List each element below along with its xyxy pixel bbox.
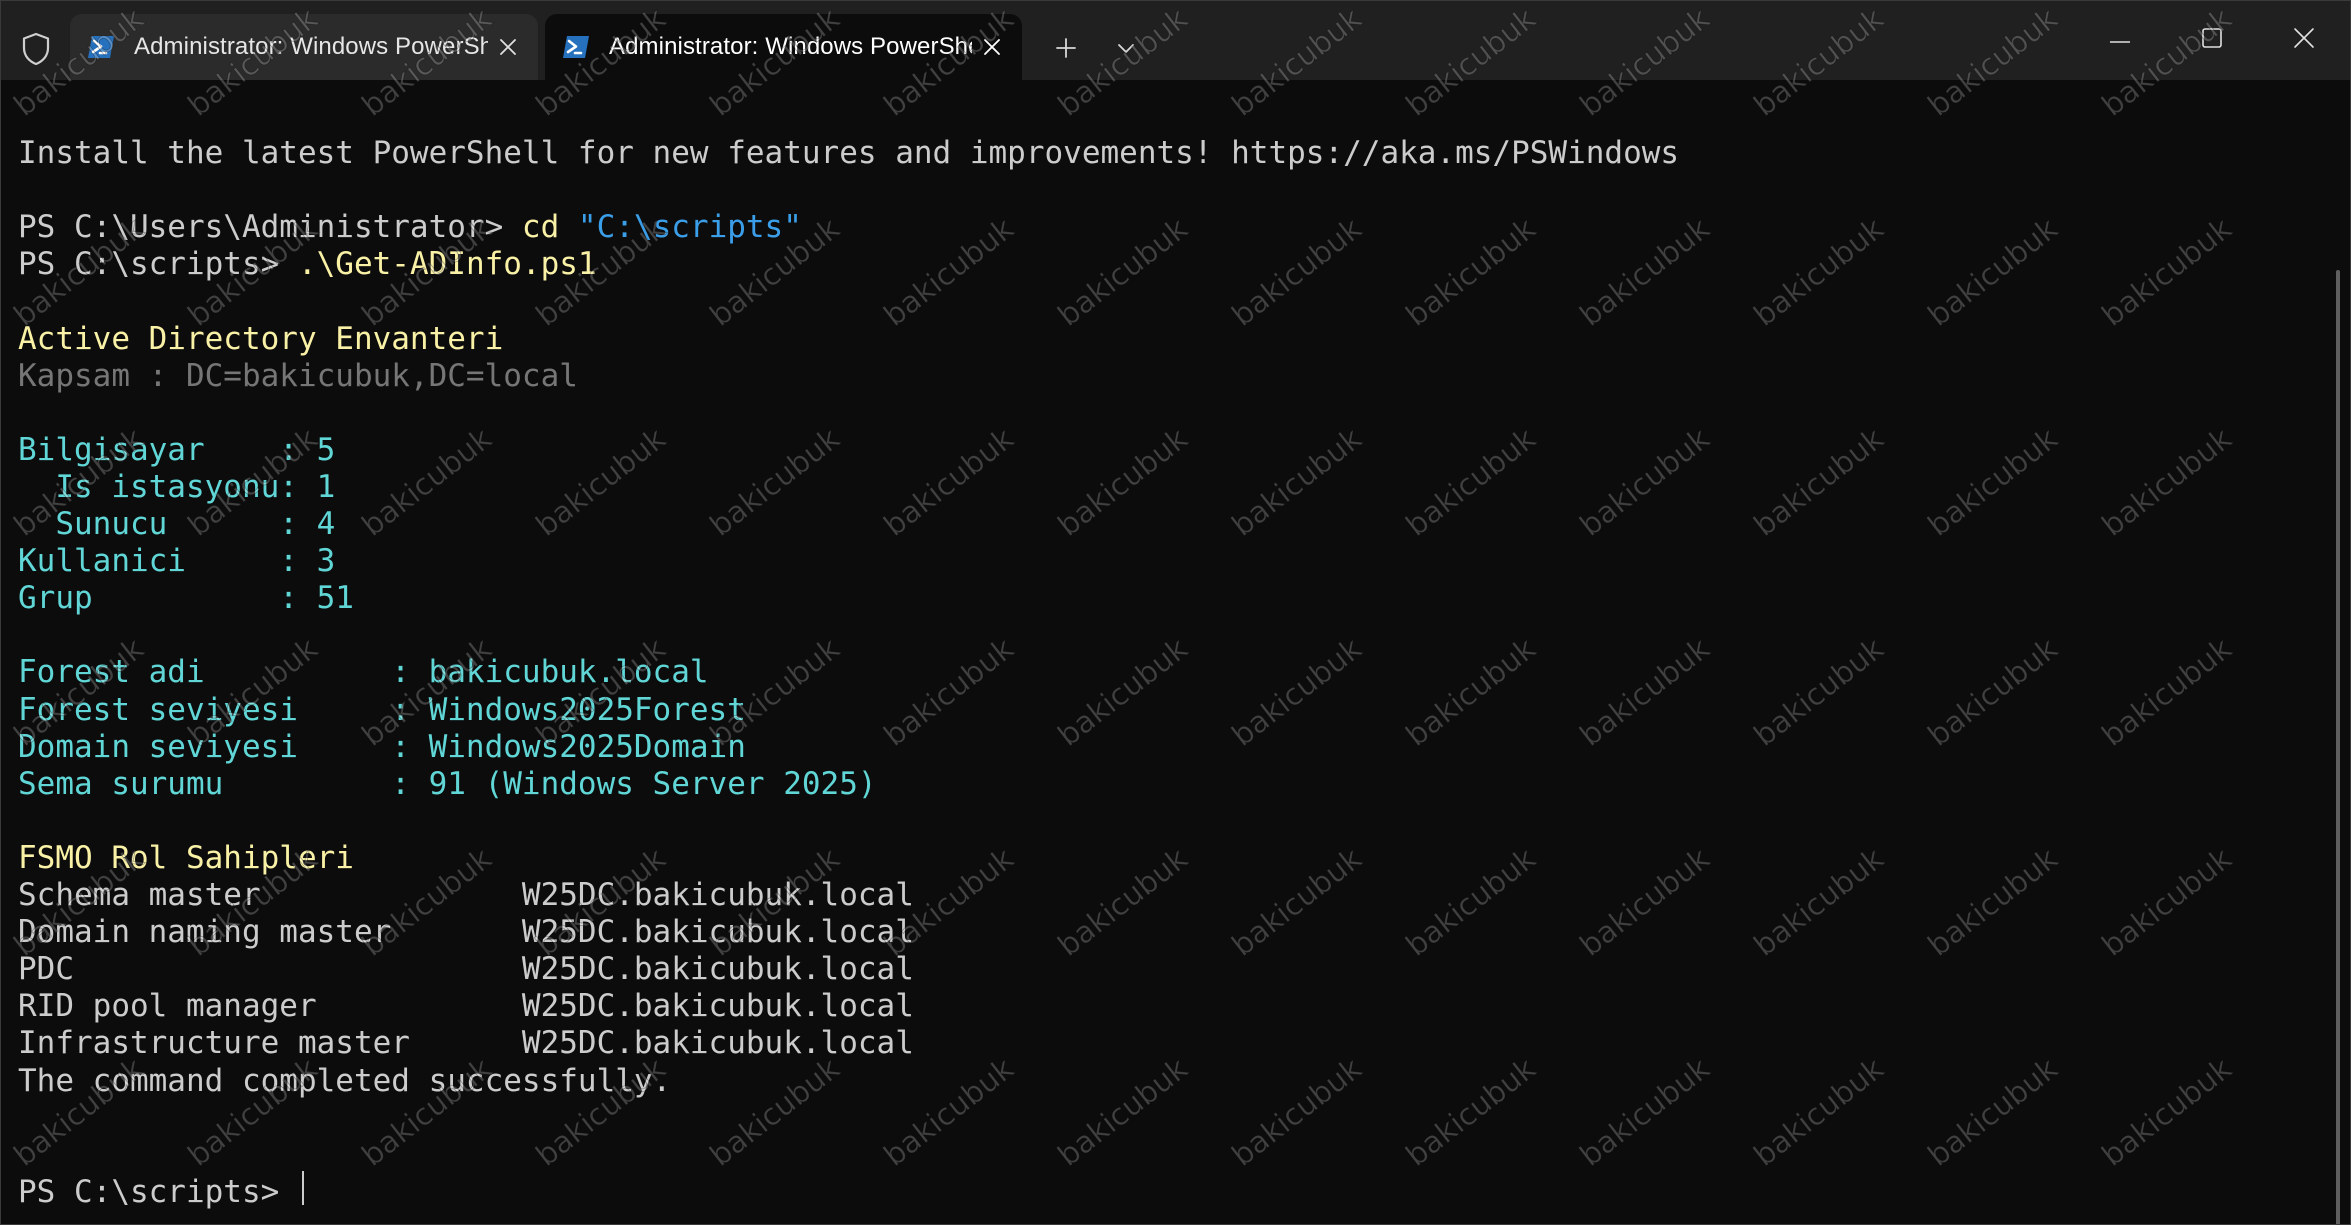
terminal-text: FSMO Rol Sahipleri bbox=[18, 839, 354, 876]
tab-close-icon[interactable] bbox=[488, 27, 528, 67]
title-bar: Administrator: Windows PowerShell Admini… bbox=[0, 0, 2351, 80]
terminal-line: Active Directory Envanteri bbox=[18, 321, 503, 358]
terminal-text: Bilgisayar : 5 bbox=[18, 431, 336, 468]
terminal-text: Active Directory Envanteri bbox=[18, 320, 504, 357]
terminal-line: Grup : 51 bbox=[18, 580, 354, 617]
terminal-line: The command completed successfully. bbox=[18, 1063, 671, 1100]
terminal-text: Grup : 51 bbox=[18, 580, 354, 617]
terminal-text: The command completed successfully. bbox=[18, 1062, 672, 1099]
terminal-text: Kapsam : DC=bakicubuk,DC=local bbox=[18, 357, 578, 394]
terminal-line: Domain naming master W25DC.bakicubuk.loc… bbox=[18, 914, 914, 951]
terminal-line: PS C:\scripts> .\Get-ADInfo.ps1 bbox=[18, 246, 597, 283]
terminal-text: Infrastructure master W25DC.bakicubuk.lo… bbox=[18, 1025, 914, 1062]
chevron-down-icon bbox=[1116, 41, 1136, 60]
tab-powershell-2[interactable]: Administrator: Windows PowerShell bbox=[545, 14, 1022, 80]
terminal-line: PDC W25DC.bakicubuk.local bbox=[18, 951, 914, 988]
minimize-button[interactable] bbox=[2074, 0, 2166, 80]
terminal-text: Kullanici : 3 bbox=[18, 543, 336, 580]
terminal-text: Forest seviyesi : Windows2025Forest bbox=[18, 691, 746, 728]
terminal-text: Is istasyonu: 1 bbox=[18, 468, 336, 505]
terminal-line: PS C:\Users\Administrator> cd "C:\script… bbox=[18, 209, 802, 246]
terminal-line: Kapsam : DC=bakicubuk,DC=local bbox=[18, 358, 578, 395]
maximize-icon bbox=[2201, 27, 2223, 54]
terminal-text: "C:\scripts" bbox=[577, 209, 802, 246]
terminal-text: Sunucu : 4 bbox=[18, 506, 336, 542]
tab-close-icon[interactable] bbox=[972, 27, 1012, 67]
terminal-text: PS C:\scripts> bbox=[18, 1173, 298, 1210]
terminal-text: .\Get-ADInfo.ps1 bbox=[297, 246, 597, 283]
terminal-text: PS C:\scripts> bbox=[18, 246, 298, 283]
terminal-line: Sunucu : 4 bbox=[18, 506, 335, 543]
terminal-line: Kullanici : 3 bbox=[18, 543, 335, 580]
powershell-icon bbox=[86, 32, 116, 62]
maximize-button[interactable] bbox=[2166, 0, 2258, 80]
minimize-icon bbox=[2109, 31, 2131, 49]
powershell-icon bbox=[561, 32, 591, 62]
terminal-text: PDC W25DC.bakicubuk.local bbox=[18, 951, 914, 988]
tab-powershell-1[interactable]: Administrator: Windows PowerShell bbox=[70, 14, 538, 80]
terminal-line: Bilgisayar : 5 bbox=[18, 432, 335, 469]
terminal-text: RID pool manager W25DC.bakicubuk.local bbox=[18, 988, 914, 1025]
terminal-line: Install the latest PowerShell for new fe… bbox=[18, 135, 1679, 172]
terminal-line: Domain seviyesi : Windows2025Domain bbox=[18, 729, 746, 766]
terminal-line: Is istasyonu: 1 bbox=[18, 469, 335, 506]
terminal-line: Forest adi : bakicubuk.local bbox=[18, 654, 709, 691]
terminal-text: Forest adi : bakicubuk.local bbox=[18, 654, 709, 691]
terminal-text: Domain seviyesi : Windows2025Domain bbox=[18, 728, 746, 765]
terminal-line: FSMO Rol Sahipleri bbox=[18, 840, 354, 877]
shield-icon bbox=[18, 30, 54, 68]
terminal-text: cd bbox=[521, 209, 560, 246]
close-icon bbox=[2293, 27, 2315, 54]
new-tab-button[interactable] bbox=[1040, 26, 1092, 74]
text-cursor bbox=[302, 1171, 304, 1205]
terminal-text: Schema master W25DC.bakicubuk.local bbox=[18, 877, 914, 913]
terminal-text: Install the latest PowerShell for new fe… bbox=[18, 135, 1680, 171]
plus-icon bbox=[1055, 37, 1077, 64]
terminal-output[interactable]: Install the latest PowerShell for new fe… bbox=[0, 80, 2351, 1225]
terminal-line: Schema master W25DC.bakicubuk.local bbox=[18, 877, 914, 914]
scrollbar[interactable] bbox=[2336, 270, 2340, 1225]
terminal-line: Infrastructure master W25DC.bakicubuk.lo… bbox=[18, 1025, 914, 1062]
terminal-text: Domain naming master W25DC.bakicubuk.loc… bbox=[18, 914, 914, 951]
terminal-line: RID pool manager W25DC.bakicubuk.local bbox=[18, 988, 914, 1025]
tab-title: Administrator: Windows PowerShell bbox=[609, 33, 972, 60]
terminal-line: Forest seviyesi : Windows2025Forest bbox=[18, 692, 746, 729]
tab-title: Administrator: Windows PowerShell bbox=[134, 33, 488, 60]
close-window-button[interactable] bbox=[2258, 0, 2350, 80]
terminal-text: PS C:\Users\Administrator> bbox=[18, 209, 522, 246]
terminal-line: PS C:\scripts> bbox=[18, 1174, 298, 1211]
terminal-text: Sema surumu : 91 (Windows Server 2025) bbox=[18, 765, 877, 802]
terminal-line: Sema surumu : 91 (Windows Server 2025) bbox=[18, 766, 877, 803]
tab-dropdown-button[interactable] bbox=[1100, 26, 1152, 74]
